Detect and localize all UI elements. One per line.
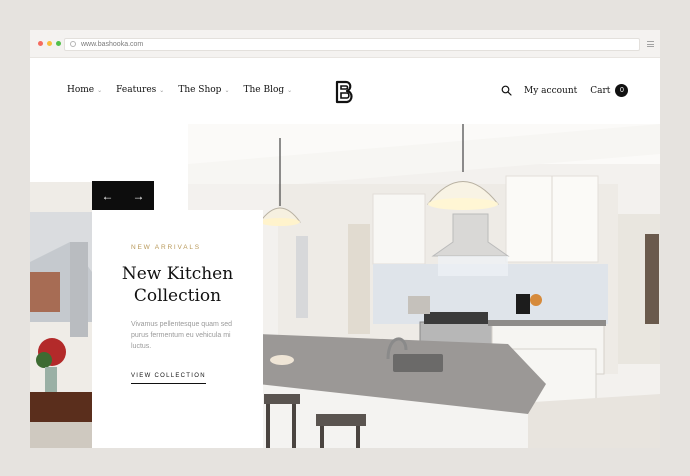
nav-item-label: The Shop	[178, 85, 222, 95]
address-bar[interactable]: www.bashooka.com	[64, 38, 640, 51]
nav-item-home[interactable]: Home ⌄	[67, 85, 102, 95]
nav-item-label: Home	[67, 85, 95, 95]
arrow-left-icon: ←	[101, 188, 114, 203]
hero-eyebrow: NEW ARRIVALS	[131, 244, 201, 251]
hero-title-line-1: New Kitchen	[121, 264, 234, 284]
main-nav: Home ⌄ Features ⌄ The Shop ⌄ The Blog ⌄	[67, 85, 292, 95]
interior-side-image	[30, 182, 92, 448]
arrow-right-icon: →	[132, 188, 145, 203]
url-text: www.bashooka.com	[81, 41, 144, 48]
nav-item-features[interactable]: Features ⌄	[116, 85, 164, 95]
prev-slide-button[interactable]: ←	[92, 181, 123, 210]
browser-chrome: www.bashooka.com	[30, 30, 660, 58]
browser-window: www.bashooka.com Home ⌄ Features ⌄ The S…	[30, 30, 660, 448]
maximize-dot[interactable]	[56, 41, 61, 46]
browser-menu-icon[interactable]	[647, 41, 654, 47]
hero-title: New Kitchen Collection	[92, 263, 263, 307]
brand-logo[interactable]	[334, 80, 356, 104]
slider-controls: ← →	[92, 181, 154, 210]
globe-icon	[70, 41, 76, 47]
chevron-down-icon: ⌄	[159, 86, 165, 94]
window-controls	[38, 41, 61, 46]
hero-description: Vivamus pellentesque quam sed purus ferm…	[131, 321, 233, 350]
nav-item-label: Features	[116, 85, 157, 95]
my-account-link[interactable]: My account	[524, 86, 577, 96]
chevron-down-icon: ⌄	[97, 86, 103, 94]
hero-card: NEW ARRIVALS New Kitchen Collection Viva…	[92, 210, 263, 448]
chevron-down-icon: ⌄	[287, 86, 293, 94]
close-dot[interactable]	[38, 41, 43, 46]
cart-label: Cart	[590, 86, 611, 96]
nav-item-the-blog[interactable]: The Blog ⌄	[243, 85, 292, 95]
cart-count-badge: 0	[615, 84, 629, 97]
header-actions: My account Cart 0	[501, 84, 629, 97]
nav-item-label: The Blog	[243, 85, 285, 95]
view-collection-link[interactable]: VIEW COLLECTION	[131, 373, 206, 384]
minimize-dot[interactable]	[47, 41, 52, 46]
nav-item-the-shop[interactable]: The Shop ⌄	[178, 85, 229, 95]
search-icon[interactable]	[501, 85, 512, 96]
cart-link[interactable]: Cart 0	[590, 84, 629, 97]
hero-title-line-2: Collection	[133, 286, 222, 306]
chevron-down-icon: ⌄	[224, 86, 230, 94]
next-slide-button[interactable]: →	[123, 181, 154, 210]
